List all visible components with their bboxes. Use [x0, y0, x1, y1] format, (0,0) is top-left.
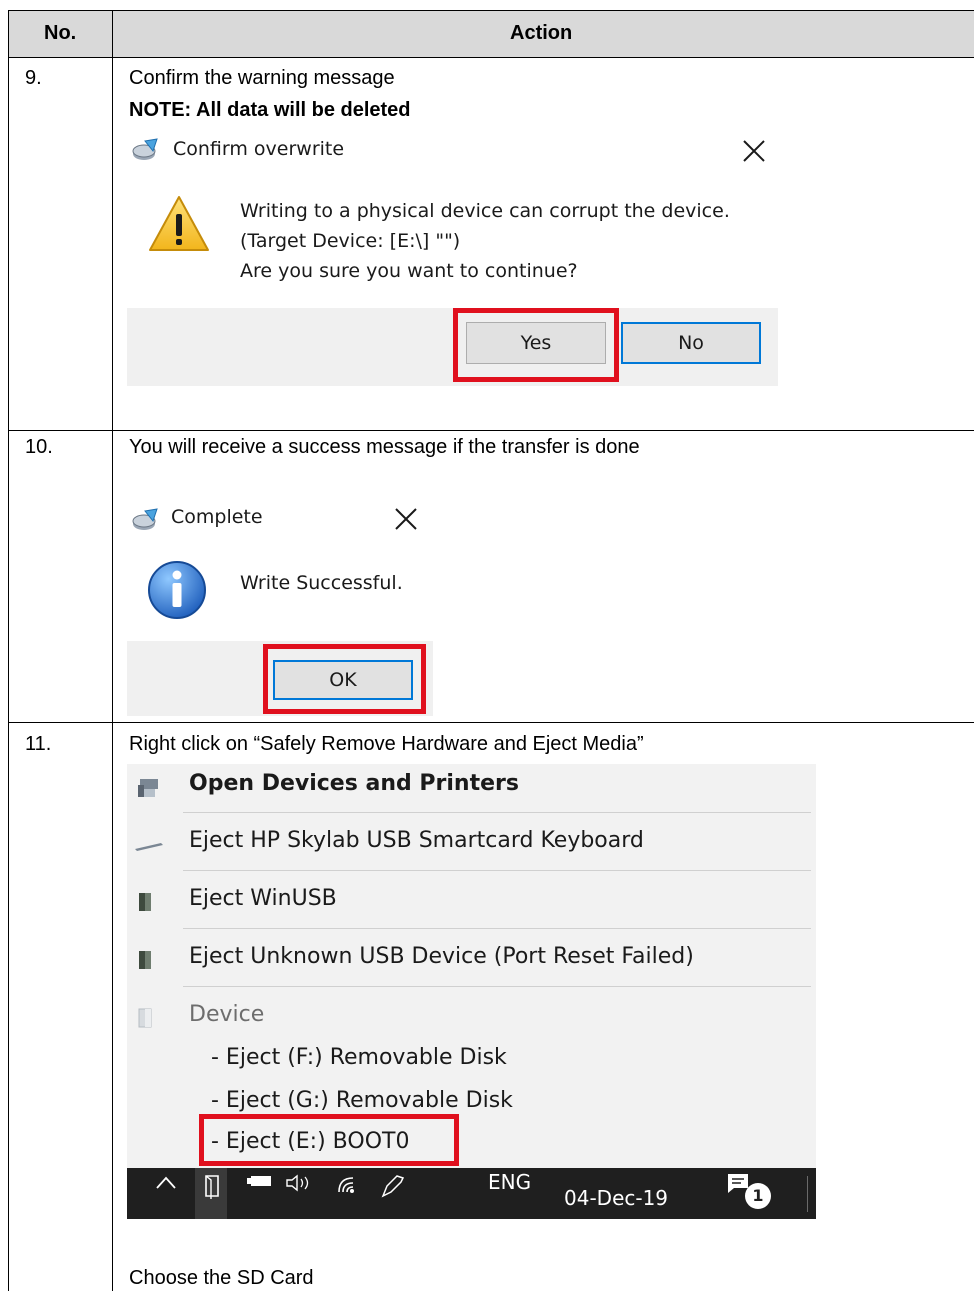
step-9-instruction: Confirm the warning message	[129, 67, 395, 89]
dialog-title: Complete	[171, 506, 263, 528]
menu-item-eject-unknown-usb[interactable]: Eject Unknown USB Device (Port Reset Fai…	[189, 944, 694, 969]
step-number-10: 10.	[25, 436, 53, 458]
complete-dialog: Complete Write Successful. OK	[127, 498, 433, 716]
step-10-instruction: You will receive a success message if th…	[129, 436, 640, 458]
info-icon	[147, 560, 207, 624]
ok-highlight-box	[263, 644, 426, 714]
step-11-instruction: Right click on “Safely Remove Hardware a…	[129, 733, 644, 755]
volume-icon[interactable]	[285, 1174, 315, 1196]
column-header-no: No.	[44, 22, 77, 44]
safely-remove-context-menu: Open Devices and Printers Eject HP Skyla…	[127, 764, 816, 1168]
menu-item-device: Device	[189, 1002, 265, 1027]
yes-highlight-box	[453, 308, 619, 382]
dialog-message-line-1: Writing to a physical device can corrupt…	[240, 200, 730, 222]
confirm-overwrite-dialog: Confirm overwrite Writing to a physical …	[127, 128, 778, 386]
column-header-action: Action	[510, 22, 573, 44]
dialog-message-line-3: Are you sure you want to continue?	[240, 260, 578, 282]
clock-date[interactable]: 04-Dec-19	[564, 1186, 668, 1210]
close-icon[interactable]	[741, 138, 767, 168]
dialog-message: Write Successful.	[240, 572, 403, 594]
taskbar: ENG 04-Dec-19 1	[127, 1168, 816, 1219]
step-number-9: 9.	[25, 67, 42, 89]
language-indicator[interactable]: ENG	[488, 1170, 531, 1194]
wifi-icon[interactable]	[335, 1172, 365, 1200]
app-icon	[131, 136, 161, 168]
eject-boot0-highlight-box	[199, 1114, 459, 1166]
show-hidden-icons-icon[interactable]	[155, 1174, 177, 1196]
menu-item-eject-winusb[interactable]: Eject WinUSB	[189, 886, 337, 911]
no-button[interactable]: No	[621, 322, 761, 364]
usb-device-icon	[137, 891, 155, 917]
step-11-instruction-2: Choose the SD Card	[129, 1267, 314, 1289]
usb-device-icon	[137, 949, 155, 975]
warning-icon	[147, 194, 211, 258]
close-icon[interactable]	[393, 506, 419, 536]
dialog-message-line-2: (Target Device: [E:\] "")	[240, 230, 461, 252]
devices-printers-icon	[137, 776, 163, 804]
notification-count-badge: 1	[745, 1183, 771, 1209]
table-header	[8, 10, 974, 57]
device-icon	[137, 1007, 155, 1033]
menu-item-eject-f[interactable]: - Eject (F:) Removable Disk	[211, 1045, 507, 1070]
keyboard-icon	[133, 838, 165, 857]
menu-item-eject-keyboard[interactable]: Eject HP Skylab USB Smartcard Keyboard	[189, 828, 644, 853]
step-9-note: NOTE: All data will be deleted	[129, 99, 411, 121]
app-icon	[131, 506, 161, 538]
step-number-11: 11.	[25, 733, 52, 755]
dialog-title: Confirm overwrite	[173, 138, 345, 160]
menu-item-eject-g[interactable]: - Eject (G:) Removable Disk	[211, 1088, 513, 1113]
menu-item-open-devices[interactable]: Open Devices and Printers	[189, 771, 519, 796]
safely-remove-hardware-icon[interactable]	[203, 1174, 221, 1204]
pen-icon[interactable]	[379, 1172, 407, 1202]
battery-icon[interactable]	[245, 1172, 275, 1194]
